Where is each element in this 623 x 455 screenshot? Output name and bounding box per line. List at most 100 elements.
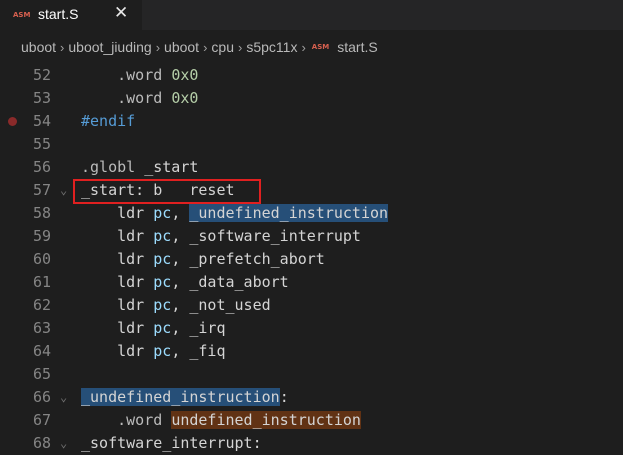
code-text: .word 0x0 xyxy=(81,87,198,110)
code-token: , _data_abort xyxy=(171,273,289,291)
line-number: 54 xyxy=(32,112,51,130)
code-token: ldr xyxy=(117,273,154,291)
code-line[interactable]: 53 .word 0x0 xyxy=(0,87,623,110)
code-token: .globl xyxy=(81,158,145,176)
code-line[interactable]: 55 xyxy=(0,133,623,156)
asm-file-icon: ASM xyxy=(13,11,31,19)
code-line[interactable]: 58 ldr pc, _undefined_instruction xyxy=(0,202,623,225)
chevron-right-icon: › xyxy=(238,39,243,55)
chevron-right-icon: › xyxy=(155,39,161,55)
code-token: ldr xyxy=(117,250,154,268)
code-token: 0x0 xyxy=(171,66,199,84)
code-token: pc xyxy=(153,342,172,360)
code-token: #endif xyxy=(81,112,136,130)
code-token: , _not_used xyxy=(171,296,271,314)
code-token: _undefined_instruction xyxy=(189,204,389,222)
code-token: pc xyxy=(153,273,172,291)
code-line[interactable]: 63 ldr pc, _irq xyxy=(0,317,623,340)
fold-chevron-icon[interactable]: ⌄ xyxy=(60,386,67,409)
code-line[interactable]: 62 ldr pc, _not_used xyxy=(0,294,623,317)
asm-file-icon: ASM xyxy=(311,43,330,51)
chevron-right-icon: › xyxy=(301,39,306,55)
breadcrumb-item[interactable]: s5pc11x xyxy=(246,39,297,55)
line-number: 57 xyxy=(32,181,51,199)
chevron-right-icon: › xyxy=(203,39,208,55)
code-text: ldr pc, _undefined_instruction xyxy=(81,202,389,225)
line-number: 64 xyxy=(32,342,51,360)
code-text: ldr pc, _prefetch_abort xyxy=(81,248,325,271)
code-token: ldr xyxy=(117,296,154,314)
line-number: 67 xyxy=(32,411,51,429)
code-text: _start: b reset xyxy=(81,179,235,202)
code-line[interactable]: 56 .globl _start xyxy=(0,156,623,179)
code-text: ldr pc, _not_used xyxy=(81,294,271,317)
code-token: , xyxy=(171,204,190,222)
code-token: .word xyxy=(117,66,172,84)
code-text: .word 0x0 xyxy=(81,64,198,87)
code-text: _software_interrupt: xyxy=(81,432,262,455)
code-line[interactable]: 65 xyxy=(0,363,623,386)
code-line[interactable]: 54 #endif xyxy=(0,110,623,133)
tab-start-s[interactable]: ASM start.S ✕ xyxy=(0,0,142,30)
code-token: , _software_interrupt xyxy=(171,227,361,245)
code-text: ldr pc, _software_interrupt xyxy=(81,225,361,248)
line-number: 53 xyxy=(32,89,51,107)
breadcrumb-file[interactable]: start.S xyxy=(337,39,377,55)
line-number: 55 xyxy=(32,135,51,153)
code-token: ldr xyxy=(117,204,154,222)
line-number: 61 xyxy=(32,273,51,291)
line-number: 56 xyxy=(32,158,51,176)
code-line[interactable]: 68 ⌄ _software_interrupt: xyxy=(0,432,623,455)
code-line[interactable]: 64 ldr pc, _fiq xyxy=(0,340,623,363)
code-token: undefined_instruction xyxy=(171,411,361,429)
fold-chevron-icon[interactable]: ⌄ xyxy=(60,179,67,202)
code-text: ldr pc, _irq xyxy=(81,317,225,340)
code-line[interactable]: 60 ldr pc, _prefetch_abort xyxy=(0,248,623,271)
code-token: _software_interrupt: xyxy=(81,434,262,452)
code-token: _undefined_instruction xyxy=(81,388,280,406)
code-token: , _prefetch_abort xyxy=(171,250,325,268)
fold-chevron-icon[interactable]: ⌄ xyxy=(60,432,67,455)
tab-bar: ASM start.S ✕ xyxy=(0,0,623,30)
code-token: pc xyxy=(153,227,172,245)
line-number: 63 xyxy=(32,319,51,337)
code-token: ldr xyxy=(117,342,154,360)
breadcrumb-item[interactable]: uboot xyxy=(21,39,56,55)
breadcrumb: uboot › uboot_jiuding › uboot › cpu › s5pc11x › AS… xyxy=(0,30,623,64)
tab-label: start.S xyxy=(38,6,79,22)
code-token: pc xyxy=(153,319,172,337)
line-number: 65 xyxy=(32,365,51,383)
chevron-right-icon: › xyxy=(60,39,65,55)
code-line[interactable]: 67 .word undefined_instruction xyxy=(0,409,623,432)
breadcrumb-item[interactable]: uboot_jiuding xyxy=(68,39,151,55)
code-text: #endif xyxy=(81,110,135,133)
code-token: pc xyxy=(153,204,172,222)
line-number: 52 xyxy=(32,66,51,84)
code-line[interactable]: 66 ⌄ _undefined_instruction: xyxy=(0,386,623,409)
code-text: ldr pc, _fiq xyxy=(81,340,226,363)
line-number: 66 xyxy=(32,388,51,406)
code-token: ldr xyxy=(117,319,154,337)
code-text: ldr pc, _data_abort xyxy=(81,271,289,294)
close-icon[interactable]: ✕ xyxy=(114,3,128,23)
code-token: pc xyxy=(153,250,172,268)
code-line[interactable]: 61 ldr pc, _data_abort xyxy=(0,271,623,294)
code-line[interactable]: 59 ldr pc, _software_interrupt xyxy=(0,225,623,248)
code-editor[interactable]: 52 .word 0x0 53 .word 0x0 54 #endif 55 56 .glo… xyxy=(0,64,623,452)
line-number: 60 xyxy=(32,250,51,268)
code-text: .globl _start xyxy=(81,156,198,179)
code-token: , _fiq xyxy=(171,342,226,360)
code-token: .word xyxy=(117,411,172,429)
code-line[interactable]: 52 .word 0x0 xyxy=(0,64,623,87)
code-token: 0x0 xyxy=(171,89,199,107)
code-text: _undefined_instruction: xyxy=(81,386,289,409)
code-token: : xyxy=(279,388,289,406)
breadcrumb-item[interactable]: cpu xyxy=(211,39,234,55)
code-token: pc xyxy=(153,296,172,314)
line-number: 62 xyxy=(32,296,51,314)
code-line[interactable]: 57 ⌄ _start: b reset xyxy=(0,179,623,202)
line-number: 58 xyxy=(32,204,51,222)
code-token: .word xyxy=(117,89,172,107)
breadcrumb-item[interactable]: uboot xyxy=(164,39,199,55)
code-token: _start: b reset xyxy=(81,181,235,199)
